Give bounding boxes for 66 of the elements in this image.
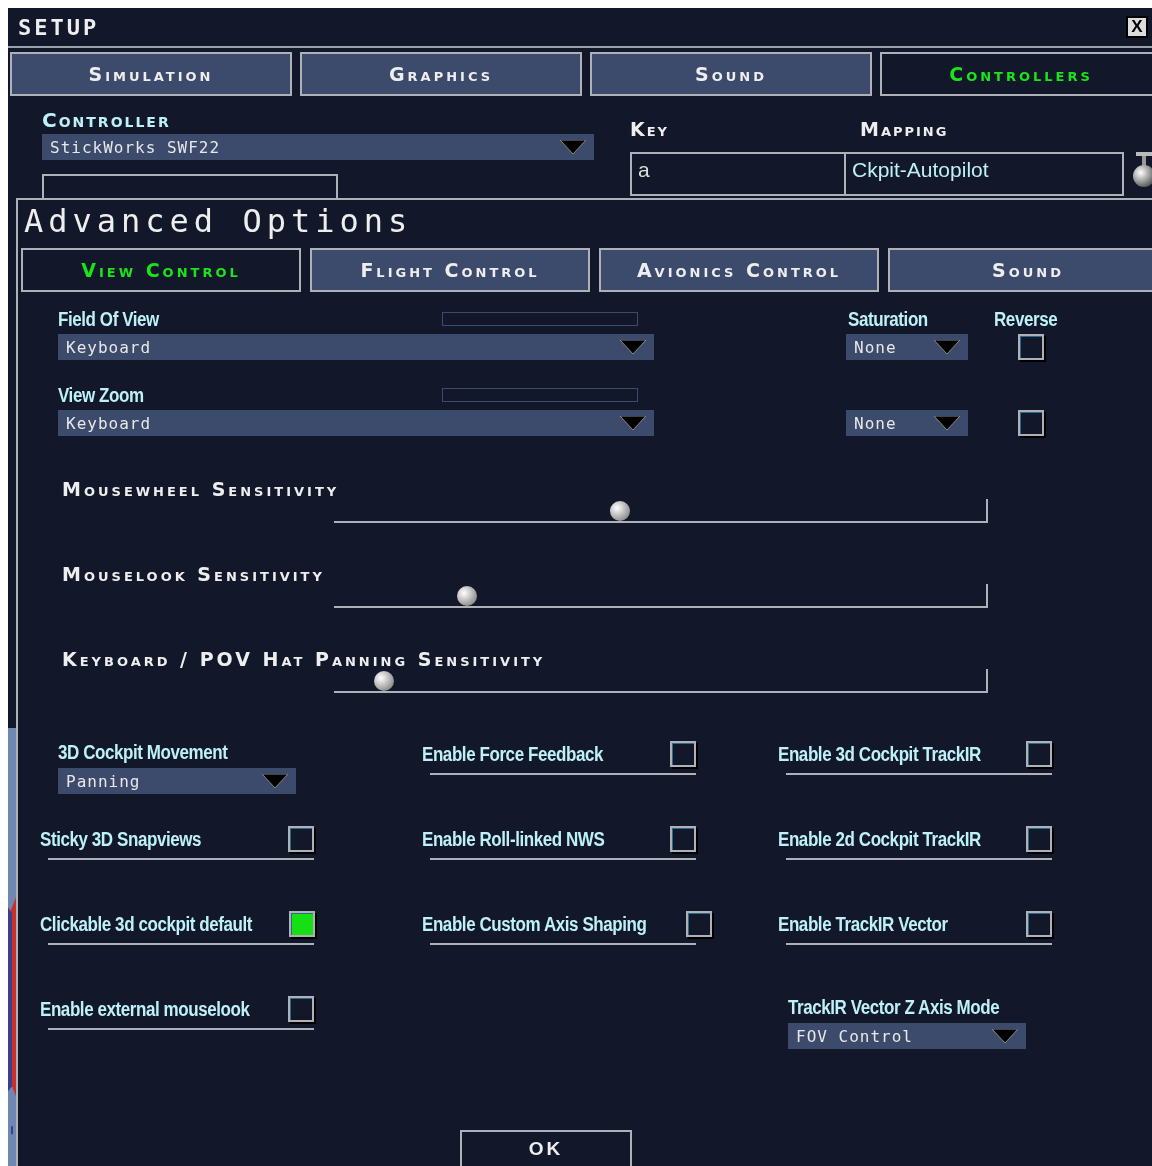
column-header: Saturation <box>848 307 929 331</box>
tab[interactable]: Simulation <box>10 52 292 96</box>
option-dropdown[interactable]: FOV Control <box>788 1023 1026 1049</box>
option-label: Enable Force Feedback <box>422 742 603 766</box>
axis-dropdown[interactable]: Keyboard <box>58 334 654 360</box>
checkbox[interactable] <box>1026 741 1052 767</box>
controller-dropdown[interactable]: StickWorks SWF22 <box>42 134 594 160</box>
dialog-title: Advanced Options <box>23 201 414 242</box>
option-label: Enable external mouselook <box>40 997 250 1021</box>
option-label: Enable 3d Cockpit TrackIR <box>778 742 981 766</box>
checkbox[interactable] <box>670 741 696 767</box>
checkbox[interactable] <box>1018 334 1044 360</box>
caret-icon <box>992 1029 1018 1043</box>
tab[interactable]: Controllers <box>880 52 1152 96</box>
option-dropdown[interactable]: Panning <box>58 768 296 794</box>
caret-icon <box>560 140 586 154</box>
close-button[interactable]: X <box>1126 16 1148 38</box>
axis-label: View Zoom <box>58 383 145 407</box>
checkbox[interactable] <box>288 996 314 1022</box>
option-label: 3D Cockpit Movement <box>58 741 229 764</box>
caret-icon <box>620 416 646 430</box>
caret-icon <box>934 416 960 430</box>
caret-icon <box>262 774 288 788</box>
column-header: Mapping <box>860 118 949 142</box>
checkbox[interactable] <box>288 826 314 852</box>
checkbox[interactable] <box>686 911 713 937</box>
tab[interactable]: Sound <box>888 248 1152 292</box>
checkbox[interactable] <box>1026 826 1052 852</box>
caret-icon <box>620 340 646 354</box>
option-label: Enable 2d Cockpit TrackIR <box>778 827 981 851</box>
window-title: SETUP <box>18 14 100 40</box>
slider-label: Keyboard / POV Hat Panning Sensitivity <box>62 649 547 669</box>
saturation-dropdown[interactable]: None <box>846 334 968 360</box>
option-label: Clickable 3d cockpit default <box>40 912 252 936</box>
axis-label: Field Of View <box>58 307 160 331</box>
option-label: TrackIR Vector Z Axis Mode <box>788 996 1001 1019</box>
tab[interactable]: Flight Control <box>310 248 590 292</box>
column-header: Reverse <box>994 307 1059 331</box>
slider-thumb[interactable] <box>609 501 630 521</box>
checkbox[interactable] <box>289 911 316 937</box>
checkbox[interactable] <box>670 826 696 852</box>
option-label: Enable TrackIR Vector <box>778 912 948 936</box>
ok-button[interactable]: OK <box>460 1130 632 1166</box>
slider-thumb[interactable] <box>373 671 394 691</box>
axis-dropdown[interactable]: Keyboard <box>58 410 654 436</box>
controller-label: Controller <box>42 108 172 132</box>
tab[interactable]: View Control <box>21 248 301 292</box>
tab[interactable]: Avionics Control <box>599 248 879 292</box>
slider-label: Mouselook Sensitivity <box>62 564 326 584</box>
column-header: Key <box>630 118 671 142</box>
slider-track[interactable] <box>334 669 988 693</box>
slider-track[interactable] <box>334 584 988 608</box>
table-cell[interactable]: Ckpit-Autopilot <box>846 154 995 194</box>
slider-label: Mousewheel Sensitivity <box>62 479 341 499</box>
slider-thumb[interactable] <box>456 586 477 606</box>
slider-track[interactable] <box>334 499 988 523</box>
checkbox[interactable] <box>1018 410 1044 436</box>
tab[interactable]: Graphics <box>300 52 582 96</box>
option-label: Enable Custom Axis Shaping <box>422 912 647 936</box>
saturation-dropdown[interactable]: None <box>846 410 968 436</box>
checkbox[interactable] <box>1026 911 1052 937</box>
tab[interactable]: Sound <box>590 52 872 96</box>
option-label: Sticky 3D Snapviews <box>40 827 202 851</box>
table-cell[interactable]: a <box>632 154 846 194</box>
caret-icon <box>934 340 960 354</box>
option-label: Enable Roll-linked NWS <box>422 827 605 851</box>
